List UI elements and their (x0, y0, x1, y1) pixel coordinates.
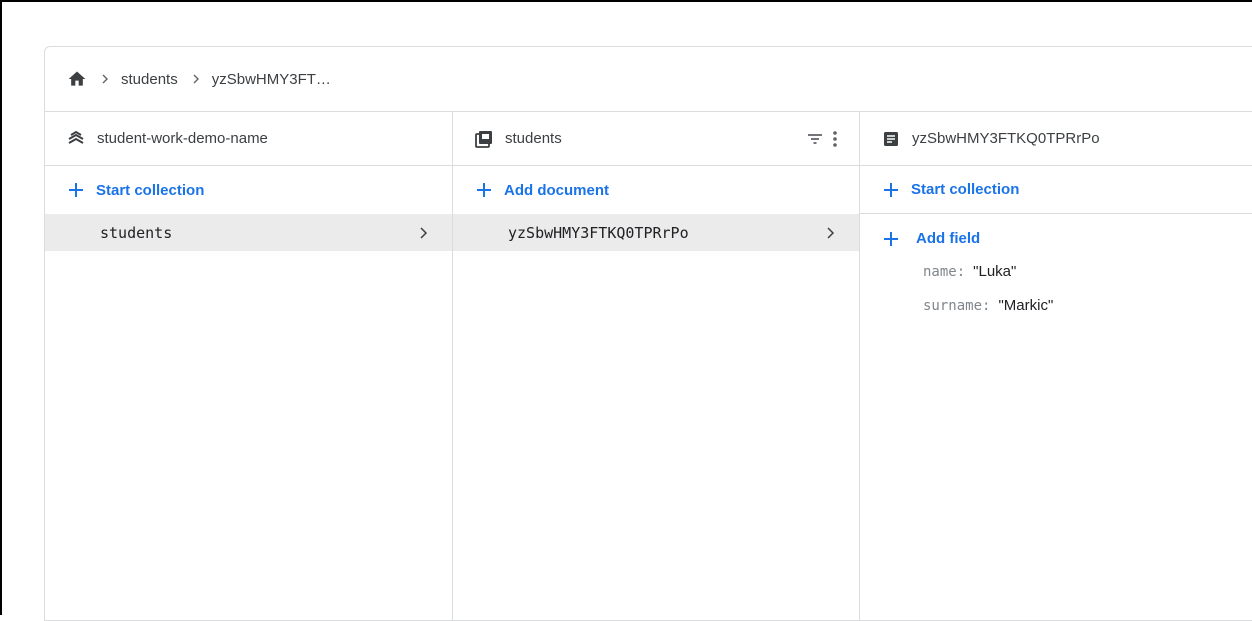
field-value: "Markic" (998, 297, 1054, 314)
breadcrumb-item-document[interactable]: yzSbwHMY3FT… (212, 71, 331, 88)
collection-list-item[interactable]: students (45, 214, 452, 251)
data-columns: student-work-demo-name Start collection … (45, 112, 1252, 620)
project-column: student-work-demo-name Start collection … (45, 112, 453, 620)
field-colon: : (982, 298, 991, 314)
field-colon: : (956, 264, 966, 280)
breadcrumb-item-students[interactable]: students (121, 71, 178, 88)
start-collection-label: Start collection (96, 181, 205, 199)
field-row[interactable]: surname : "Markic" (860, 297, 1252, 331)
document-title: yzSbwHMY3FTKQ0TPRrPo (912, 130, 1100, 147)
collection-column-header: students (453, 112, 859, 166)
start-subcollection-button[interactable]: Start collection (860, 166, 1252, 214)
plus-icon (475, 181, 493, 199)
field-row[interactable]: name : "Luka" (860, 263, 1252, 297)
firestore-icon (67, 130, 85, 148)
breadcrumb: students yzSbwHMY3FT… (45, 47, 1252, 112)
document-icon (882, 130, 900, 148)
plus-icon (882, 181, 900, 199)
start-collection-button[interactable]: Start collection (45, 166, 452, 214)
chevron-right-icon (416, 226, 430, 240)
chevron-right-icon (190, 73, 202, 85)
project-column-header: student-work-demo-name (45, 112, 452, 166)
more-vert-icon[interactable] (831, 129, 839, 149)
document-column: yzSbwHMY3FTKQ0TPRrPo Start collection Ad… (860, 112, 1252, 620)
project-title: student-work-demo-name (97, 130, 268, 147)
collection-column: students Add document yzSbwHMY3FTKQ0TPRr… (453, 112, 860, 620)
add-field-button[interactable]: Add field (860, 214, 1252, 263)
field-value: "Luka" (973, 263, 1017, 280)
add-document-label: Add document (504, 181, 609, 199)
document-list-item[interactable]: yzSbwHMY3FTKQ0TPRrPo (453, 214, 859, 251)
chevron-right-icon (99, 73, 111, 85)
plus-icon (67, 181, 85, 199)
document-column-header: yzSbwHMY3FTKQ0TPRrPo (860, 112, 1252, 166)
document-item-label: yzSbwHMY3FTKQ0TPRrPo (508, 223, 689, 242)
field-key: surname (923, 298, 983, 314)
chevron-right-icon (823, 226, 837, 240)
start-collection-label: Start collection (911, 181, 1020, 198)
filter-icon[interactable] (805, 129, 825, 149)
home-icon[interactable] (67, 69, 87, 89)
collection-header-actions (805, 129, 839, 149)
firestore-panel: students yzSbwHMY3FT… student-work-demo-… (44, 46, 1252, 621)
add-document-button[interactable]: Add document (453, 166, 859, 214)
field-key: name (923, 264, 957, 280)
window-frame: students yzSbwHMY3FT… student-work-demo-… (0, 0, 1252, 621)
plus-icon (882, 230, 900, 248)
collection-item-label: students (100, 223, 173, 242)
collection-title: students (505, 130, 562, 147)
collection-icon (475, 130, 493, 148)
add-field-label: Add field (916, 230, 981, 247)
